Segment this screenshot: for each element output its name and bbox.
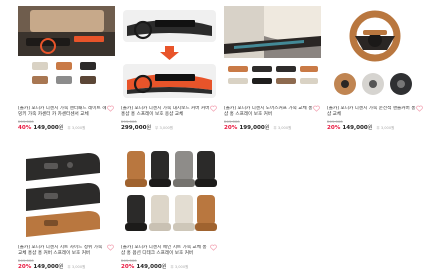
- sale-price: 199,000: [239, 125, 265, 131]
- product-title[interactable]: [올카] 포니카 디젠치 가죽 대시보드 커버 커버 홍샵 홍 스프레이 보호 …: [121, 106, 218, 118]
- product-card[interactable]: [올카] 포니카 디젠치 가죽 운전석 핸들커버 홍샵 교체 249,000 2…: [327, 6, 424, 132]
- product-card[interactable]: [올카] 포니카 디젠치 시트 사이드 정위 가죽 교체 홍샵 홍 커버 스프레…: [18, 145, 115, 271]
- product-image[interactable]: [224, 6, 321, 100]
- currency-label: 원: [367, 125, 373, 131]
- heart-outline-icon[interactable]: [107, 244, 114, 251]
- product-image[interactable]: [121, 145, 218, 239]
- shipping-info: 무 3,000원: [170, 265, 189, 269]
- sale-price: 149,000: [33, 264, 59, 270]
- shipping-info: 무 3,000원: [155, 126, 174, 130]
- shipping-info: 무 3,000원: [376, 126, 395, 130]
- product-card[interactable]: [올카] 포니카 디젠치 도어스커프 가죽 교체 홍샵 홍 스프레이 보호 커버…: [224, 6, 321, 132]
- product-card[interactable]: [올카] 포니카 디젠치 가죽 대시보드 커버 커버 홍샵 홍 스프레이 보호 …: [121, 6, 218, 132]
- product-image[interactable]: [121, 6, 218, 100]
- product-title[interactable]: [올카] 포니카 디젠치 가죽 센터패드 레이트 헤밍키 가죽 카센터 카 카센…: [18, 106, 115, 118]
- product-title[interactable]: [올카] 포니카 디젠치 도어스커프 가죽 교체 홍샵 홍 스프레이 보호 커버: [224, 106, 321, 118]
- discount-rate: 20%: [18, 264, 32, 270]
- discount-rate: 20%: [224, 125, 238, 131]
- sale-price: 299,000: [121, 125, 147, 131]
- heart-outline-icon[interactable]: [107, 105, 114, 112]
- product-image[interactable]: [18, 6, 115, 100]
- shipping-info: 무 3,000원: [67, 265, 86, 269]
- currency-label: 원: [161, 264, 167, 270]
- product-card[interactable]: [올카] 포니카 디젠치 메인 시트 가죽 교체 홍샵 홍 옵션 디테크 스프레…: [121, 145, 218, 271]
- currency-label: 원: [58, 125, 64, 131]
- shipping-info: 무 3,000원: [67, 126, 86, 130]
- arrow-down-icon: [160, 46, 179, 60]
- sale-price: 149,000: [342, 125, 368, 131]
- sale-price: 149,000: [136, 264, 162, 270]
- currency-label: 원: [264, 125, 270, 131]
- product-card[interactable]: [올카] 포니카 디젠치 가죽 센터패드 레이트 헤밍키 가죽 카센터 카 카센…: [18, 6, 115, 132]
- heart-outline-icon[interactable]: [313, 105, 320, 112]
- shipping-info: 무 3,000원: [273, 126, 292, 130]
- product-image[interactable]: [327, 6, 424, 100]
- sale-price: 149,000: [33, 125, 59, 131]
- discount-rate: 20%: [121, 264, 135, 270]
- product-title[interactable]: [올카] 포니카 디젠치 메인 시트 가죽 교체 홍샵 홍 옵션 디테크 스프레…: [121, 245, 218, 257]
- discount-rate: 40%: [18, 125, 32, 131]
- discount-rate: 20%: [327, 125, 341, 131]
- product-title[interactable]: [올카] 포니카 디젠치 시트 사이드 정위 가죽 교체 홍샵 홍 커버 스프레…: [18, 245, 115, 257]
- heart-outline-icon[interactable]: [210, 244, 217, 251]
- currency-label: 원: [58, 264, 64, 270]
- currency-label: 원: [146, 125, 152, 131]
- product-image[interactable]: [18, 145, 115, 239]
- product-title[interactable]: [올카] 포니카 디젠치 가죽 운전석 핸들커버 홍샵 교체: [327, 106, 424, 118]
- heart-outline-icon[interactable]: [210, 105, 217, 112]
- heart-outline-icon[interactable]: [416, 105, 423, 112]
